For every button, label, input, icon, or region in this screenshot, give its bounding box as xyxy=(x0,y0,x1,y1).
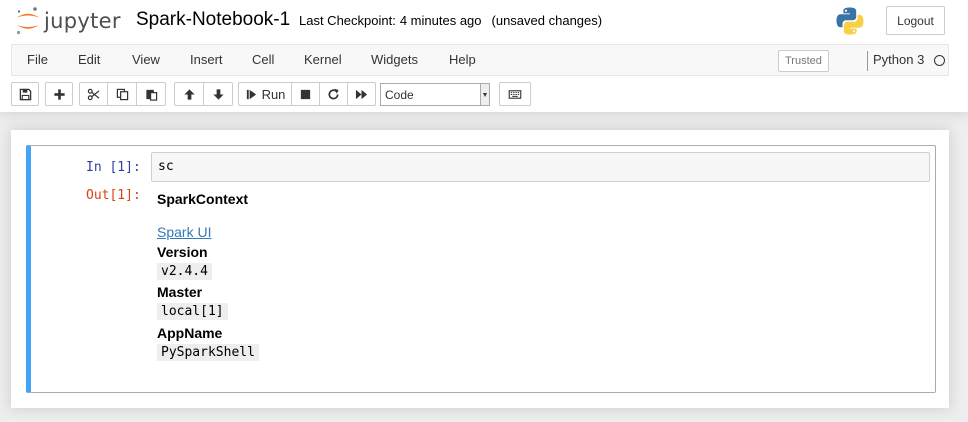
move-down-button[interactable] xyxy=(203,82,233,106)
header: jupyter Spark-Notebook-1 Last Checkpoint… xyxy=(0,0,968,112)
trusted-badge[interactable]: Trusted xyxy=(778,50,829,72)
paste-button[interactable] xyxy=(136,82,166,106)
menu-view[interactable]: View xyxy=(132,45,160,75)
toolbar: Run Code xyxy=(0,82,968,106)
appname-value: PySparkShell xyxy=(157,344,259,361)
copy-button[interactable] xyxy=(107,82,137,106)
menu-insert[interactable]: Insert xyxy=(190,45,223,75)
checkpoint-time: 4 minutes ago xyxy=(399,13,482,28)
arrow-down-icon xyxy=(212,88,224,100)
checkpoint-label: Last Checkpoint: xyxy=(299,13,396,28)
fast-forward-icon xyxy=(355,89,368,99)
arrow-up-icon xyxy=(183,88,195,100)
menubar: File Edit View Insert Cell Kernel Widget… xyxy=(11,44,949,76)
kernel-name[interactable]: Python 3 xyxy=(873,45,924,75)
input-prompt: In [1]: xyxy=(86,160,141,175)
master-value: local[1] xyxy=(157,303,228,320)
jupyter-logo-text: jupyter xyxy=(44,9,121,33)
copy-icon xyxy=(116,88,128,100)
menu-edit[interactable]: Edit xyxy=(78,45,100,75)
logout-button[interactable]: Logout xyxy=(886,6,945,35)
version-value: v2.4.4 xyxy=(157,263,212,280)
code-cell[interactable]: In [1]: sc Out[1]: SparkContext Spark UI… xyxy=(26,145,936,393)
redo-icon xyxy=(328,88,339,99)
cut-icon xyxy=(87,88,100,100)
menu-cell[interactable]: Cell xyxy=(252,45,274,75)
run-button[interactable]: Run xyxy=(238,82,292,106)
insert-cell-button[interactable] xyxy=(45,82,73,106)
save-icon xyxy=(19,88,31,100)
restart-kernel-button[interactable] xyxy=(319,82,348,106)
jupyter-logo-icon xyxy=(16,7,39,35)
paste-icon xyxy=(145,89,157,101)
cut-button[interactable] xyxy=(79,82,108,106)
notebook-name[interactable]: Spark-Notebook-1 xyxy=(136,6,290,34)
step-forward-icon xyxy=(246,89,256,99)
chevron-down-icon[interactable] xyxy=(480,84,489,105)
jupyter-logo[interactable]: jupyter xyxy=(14,6,121,36)
output-title: SparkContext xyxy=(157,191,249,207)
spark-ui-link[interactable]: Spark UI xyxy=(157,224,211,240)
run-label: Run xyxy=(261,86,286,102)
appname-label: AppName xyxy=(157,325,223,341)
save-button[interactable] xyxy=(11,82,39,106)
restart-run-all-button[interactable] xyxy=(347,82,376,106)
interrupt-kernel-button[interactable] xyxy=(291,82,320,106)
menu-file[interactable]: File xyxy=(27,45,48,75)
python-logo-icon xyxy=(836,7,864,35)
unsaved-changes: (unsaved changes) xyxy=(491,13,603,28)
keyboard-icon xyxy=(508,89,522,99)
move-up-button[interactable] xyxy=(174,82,204,106)
stop-icon xyxy=(300,89,311,99)
checkpoint-status: Last Checkpoint: 4 minutes ago (unsaved ch… xyxy=(299,13,602,28)
menu-kernel[interactable]: Kernel xyxy=(304,45,342,75)
version-label: Version xyxy=(157,244,208,260)
kernel-idle-indicator-icon xyxy=(934,55,945,66)
notebook-container: In [1]: sc Out[1]: SparkContext Spark UI… xyxy=(11,130,949,408)
kernel-separator xyxy=(867,51,868,71)
output-prompt: Out[1]: xyxy=(86,188,141,203)
menu-help[interactable]: Help xyxy=(449,45,476,75)
cell-type-select[interactable]: Code xyxy=(380,83,490,106)
master-label: Master xyxy=(157,284,203,300)
code-input[interactable]: sc xyxy=(151,152,930,182)
menu-widgets[interactable]: Widgets xyxy=(371,45,418,75)
cell-type-value: Code xyxy=(385,88,414,102)
plus-icon xyxy=(53,88,65,100)
command-palette-button[interactable] xyxy=(499,82,531,106)
